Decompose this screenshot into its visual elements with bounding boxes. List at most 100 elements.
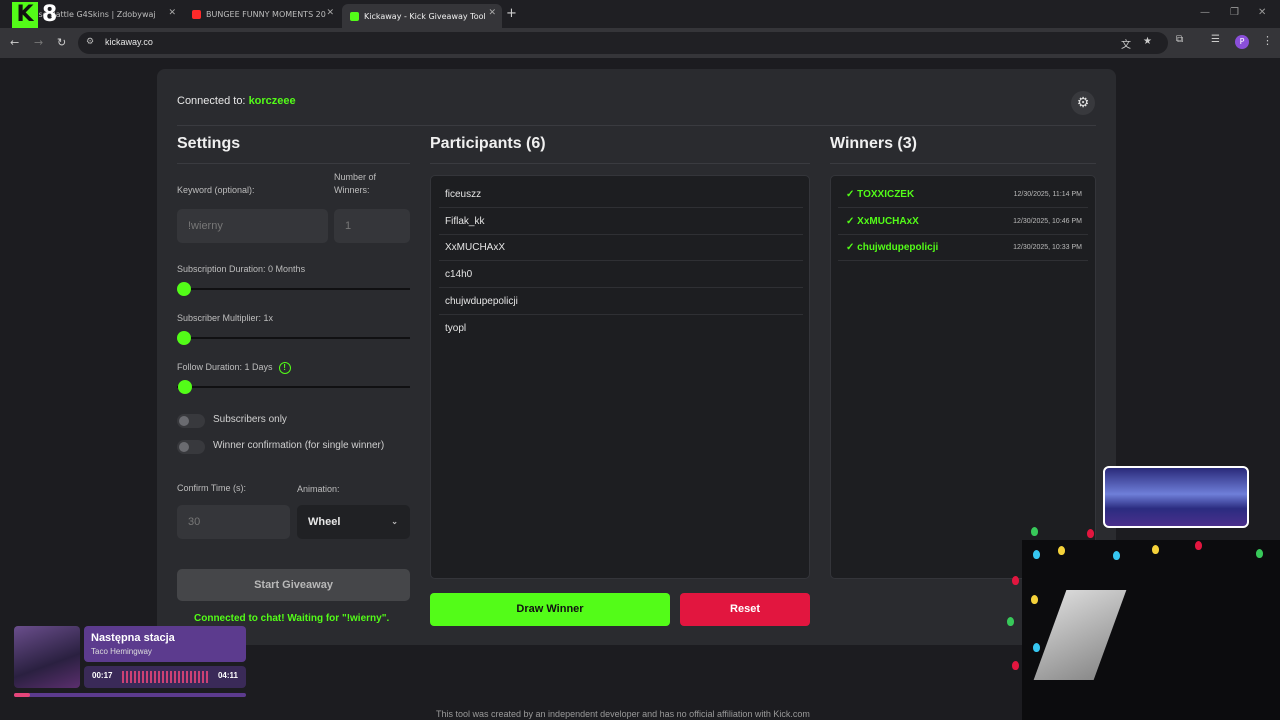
subscribers-only-label: Subscribers only <box>213 414 287 425</box>
winner-confirmation-toggle[interactable] <box>177 440 205 454</box>
light-bulb-icon <box>1033 643 1040 652</box>
light-bulb-icon <box>1033 550 1040 559</box>
forward-icon[interactable]: → <box>34 36 43 49</box>
stream-logo: K 8 <box>6 2 62 28</box>
subscription-duration-label: Subscription Duration: 0 Months <box>177 264 306 274</box>
giveaway-card: Connected to: korczeee ⚙ Settings Keywor… <box>157 69 1116 645</box>
subscriber-multiplier-label: Subscriber Multiplier: 1x <box>177 313 274 323</box>
participant-item: Fiflak_kk <box>439 209 803 235</box>
subscription-duration-slider[interactable] <box>177 288 410 290</box>
tab-kickaway[interactable]: Kickaway - Kick Giveaway Tool ✕ <box>342 4 502 28</box>
browser-menu-icon[interactable]: ⋮ <box>1262 34 1273 47</box>
total-time: 04:11 <box>217 671 238 680</box>
close-icon[interactable]: ✕ <box>488 8 496 18</box>
participants-list: ficeuszz Fiflak_kk XxMUCHAxX c14h0 chujw… <box>430 175 810 579</box>
start-giveaway-button[interactable]: Start Giveaway <box>177 569 410 601</box>
profile-avatar[interactable]: P <box>1235 35 1249 49</box>
toggle-knob <box>179 416 189 426</box>
subscription-slider-thumb[interactable] <box>177 282 191 296</box>
keyword-input[interactable]: !wierny <box>177 209 328 243</box>
waveform-icon <box>122 671 208 683</box>
confirm-time-input[interactable]: 30 <box>177 505 290 539</box>
divider <box>177 125 1096 126</box>
url-field[interactable]: ⚙ kickaway.co 文 ★ <box>78 32 1168 54</box>
kick-favicon-icon <box>350 11 359 21</box>
song-info: Następna stacja Taco Hemingway <box>84 626 246 662</box>
translate-icon[interactable]: 文 <box>1121 36 1131 51</box>
subscribers-only-toggle[interactable] <box>177 414 205 428</box>
divider <box>430 163 810 164</box>
close-icon[interactable]: ✕ <box>168 8 176 18</box>
song-artist: Taco Hemingway <box>91 647 152 656</box>
logo-number: 8 <box>42 2 58 27</box>
light-bulb-icon <box>1256 549 1263 558</box>
winner-name: ✓ chujwdupepolicji <box>846 242 939 253</box>
winners-list: ✓ TOXXICZEK 12/30/2025, 11:14 PM ✓ XxMUC… <box>830 175 1096 579</box>
reading-list-icon[interactable]: ☰ <box>1211 34 1220 45</box>
light-bulb-icon <box>1012 661 1019 670</box>
participant-item: XxMUCHAxX <box>439 235 803 261</box>
draw-winner-button[interactable]: Draw Winner <box>430 593 670 626</box>
light-bulb-icon <box>1058 546 1065 555</box>
extensions-icon[interactable]: ⧉ <box>1176 34 1183 45</box>
follow-slider-thumb[interactable] <box>178 380 192 394</box>
tab-bungee[interactable]: BUNGEE FUNNY MOMENTS 20 ✕ <box>184 4 340 24</box>
winner-item: ✓ XxMUCHAxX 12/30/2025, 10:46 PM <box>838 209 1088 235</box>
playback-bar: 00:17 04:11 <box>84 666 246 688</box>
light-bulb-icon <box>1152 545 1159 554</box>
winner-time: 12/30/2025, 10:46 PM <box>1013 218 1082 225</box>
tab-label: BUNGEE FUNNY MOMENTS 20 <box>206 9 326 19</box>
elapsed-time: 00:17 <box>92 671 113 680</box>
participants-title: Participants (6) <box>430 135 546 152</box>
multiplier-slider-thumb[interactable] <box>177 331 191 345</box>
back-icon[interactable]: ← <box>10 36 19 49</box>
divider <box>830 163 1096 164</box>
settings-title: Settings <box>177 135 241 152</box>
winner-name: ✓ TOXXICZEK <box>846 189 915 200</box>
info-icon[interactable]: ! <box>278 361 291 374</box>
subscriber-multiplier-slider[interactable] <box>177 337 410 339</box>
bookmark-star-icon[interactable]: ★ <box>1143 36 1152 47</box>
connection-status: Connected to: korczeee <box>177 95 296 107</box>
follow-duration-slider[interactable] <box>177 386 410 388</box>
light-bulb-icon <box>1007 617 1014 626</box>
follow-duration-text: Follow Duration: 1 Days <box>177 362 273 372</box>
participant-item: c14h0 <box>439 262 803 288</box>
new-tab-icon[interactable]: + <box>506 6 517 21</box>
restore-icon[interactable]: ❐ <box>1230 7 1239 18</box>
animation-select[interactable]: Wheel ⌄ <box>297 505 410 539</box>
confirm-time-label: Confirm Time (s): <box>177 483 247 493</box>
close-window-icon[interactable]: ✕ <box>1258 7 1266 18</box>
logo-k-mark: K <box>12 2 38 28</box>
settings-gear-icon[interactable]: ⚙ <box>1071 91 1095 115</box>
reset-button[interactable]: Reset <box>680 593 810 626</box>
address-bar: ← → ↻ ⚙ kickaway.co 文 ★ ⧉ ☰ P ⋮ <box>0 28 1280 58</box>
close-icon[interactable]: ✕ <box>326 8 334 18</box>
winner-name: ✓ XxMUCHAxX <box>846 216 919 227</box>
winners-count-label: Number of Winners: <box>334 172 377 195</box>
keyword-label: Keyword (optional): <box>177 185 255 195</box>
channel-name: korczeee <box>248 95 296 107</box>
reload-icon[interactable]: ↻ <box>57 36 66 49</box>
participant-item: chujwdupepolicji <box>439 289 803 315</box>
song-progress-fill <box>14 693 31 697</box>
song-progress <box>14 693 246 697</box>
divider <box>177 163 410 164</box>
disclaimer-footer: This tool was created by an independent … <box>436 709 810 719</box>
gameplay-thumbnail <box>1103 466 1249 528</box>
winner-item: ✓ TOXXICZEK 12/30/2025, 11:14 PM <box>838 182 1088 208</box>
light-bulb-icon <box>1031 527 1038 536</box>
winner-time: 12/30/2025, 11:14 PM <box>1013 191 1082 198</box>
toggle-knob <box>179 442 189 452</box>
youtube-favicon-icon <box>192 9 201 19</box>
animation-selected-value: Wheel <box>308 516 341 528</box>
winner-time: 12/30/2025, 10:33 PM <box>1013 244 1082 251</box>
winner-confirmation-label: Winner confirmation (for single winner) <box>213 440 385 451</box>
minimize-icon[interactable]: — <box>1200 7 1210 18</box>
winners-count-input[interactable]: 1 <box>334 209 410 243</box>
song-title: Następna stacja <box>91 632 175 644</box>
site-info-icon[interactable]: ⚙ <box>86 37 94 47</box>
chat-status-text: Connected to chat! Waiting for "!wierny"… <box>194 613 390 624</box>
connected-label: Connected to: <box>177 95 249 107</box>
light-bulb-icon <box>1113 551 1120 560</box>
